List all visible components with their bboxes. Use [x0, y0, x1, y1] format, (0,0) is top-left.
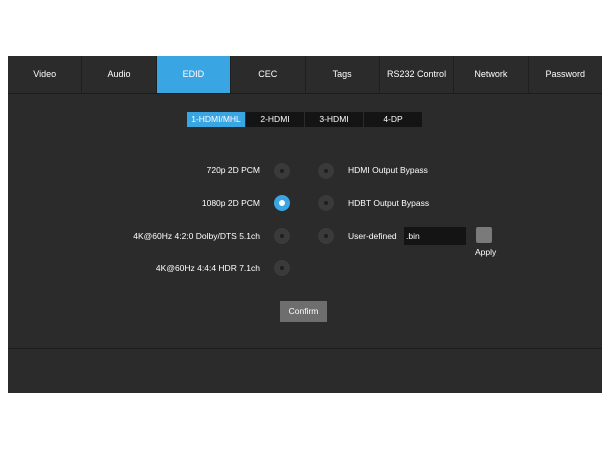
tab-password[interactable]: Password: [529, 56, 602, 93]
main-tab-bar: Video Audio EDID CEC Tags RS232 Control …: [8, 56, 602, 94]
option-label-hdbt-output-bypass: HDBT Output Bypass: [348, 198, 430, 208]
option-label-720p-2d-pcm: 720p 2D PCM: [206, 165, 260, 175]
tab-rs232-control[interactable]: RS232 Control: [380, 56, 455, 93]
subtab-2-hdmi[interactable]: 2-HDMI: [246, 112, 304, 127]
radio-hdbt-output-bypass[interactable]: [318, 195, 334, 211]
radio-4k60-444-hdr[interactable]: [274, 260, 290, 276]
confirm-button[interactable]: Confirm: [280, 301, 327, 322]
subtab-3-hdmi[interactable]: 3-HDMI: [305, 112, 363, 127]
option-label-1080p-2d-pcm: 1080p 2D PCM: [201, 198, 260, 208]
tab-network[interactable]: Network: [454, 56, 529, 93]
radio-1080p-2d-pcm[interactable]: [274, 195, 290, 211]
radio-4k60-420-dolby-dts[interactable]: [274, 228, 290, 244]
tab-video[interactable]: Video: [8, 56, 83, 93]
tab-cec[interactable]: CEC: [231, 56, 306, 93]
subtab-1-hdmi-mhl[interactable]: 1-HDMI/MHL: [187, 112, 245, 127]
option-label-4k60-420-dolby-dts: 4K@60Hz 4:2:0 Dolby/DTS 5.1ch: [133, 231, 260, 241]
subtab-4-dp[interactable]: 4-DP: [364, 112, 422, 127]
tab-edid[interactable]: EDID: [156, 56, 232, 93]
tab-tags[interactable]: Tags: [306, 56, 380, 93]
option-label-4k60-444-hdr: 4K@60Hz 4:4:4 HDR 7.1ch: [155, 263, 260, 273]
apply-label: Apply: [475, 247, 497, 257]
radio-720p-2d-pcm[interactable]: [274, 163, 290, 179]
radio-hdmi-output-bypass[interactable]: [318, 163, 334, 179]
option-label-user-defined: User-defined: [348, 231, 397, 241]
apply-button[interactable]: [476, 227, 492, 243]
input-subtab-bar: 1-HDMI/MHL 2-HDMI 3-HDMI 4-DP: [187, 112, 423, 127]
edid-settings-panel: Video Audio EDID CEC Tags RS232 Control …: [8, 56, 602, 393]
footer-divider: [8, 348, 602, 349]
tab-audio[interactable]: Audio: [82, 56, 157, 93]
user-defined-file-input[interactable]: [404, 227, 466, 245]
radio-user-defined[interactable]: [318, 228, 334, 244]
option-label-hdmi-output-bypass: HDMI Output Bypass: [348, 165, 428, 175]
